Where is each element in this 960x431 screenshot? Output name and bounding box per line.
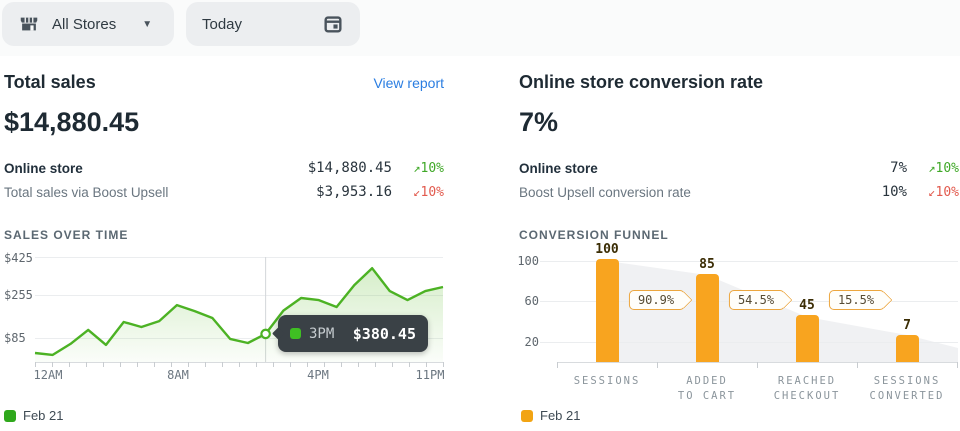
axis-tick xyxy=(857,362,858,368)
axis-tick xyxy=(957,362,958,368)
y-axis-tick: 60 xyxy=(511,294,539,308)
category-label: REACHEDCHECKOUT xyxy=(774,374,841,404)
row-value: $3,953.16 xyxy=(272,184,392,200)
y-axis-tick: 100 xyxy=(511,254,539,268)
axis-tick xyxy=(557,362,558,368)
row-value: 7% xyxy=(807,160,907,176)
trend-down-icon: ↙ xyxy=(928,185,935,199)
row-value: $14,880.45 xyxy=(272,160,392,176)
delta-value: 10% xyxy=(936,161,959,176)
y-axis-tick: 20 xyxy=(511,335,539,349)
sales-row-boost-upsell: Total sales via Boost Upsell $3,953.16 ↙… xyxy=(4,180,444,204)
trend-down-icon: ↙ xyxy=(413,185,420,199)
sales-breakdown: Online store $14,880.45 ↗10% Total sales… xyxy=(4,156,444,204)
funnel-chart-legend: Feb 21 xyxy=(521,408,580,423)
funnel-bar xyxy=(696,274,719,362)
legend-swatch xyxy=(521,410,533,422)
conversion-rate-value: 7% xyxy=(519,107,959,138)
series-color-swatch xyxy=(290,328,301,339)
chevron-down-icon: ▼ xyxy=(142,19,152,30)
axis-tick xyxy=(757,362,758,368)
trend-down-badge: ↙10% xyxy=(392,185,444,200)
tooltip-value: $380.45 xyxy=(342,325,416,343)
conversion-rate-badge: 15.5% xyxy=(829,290,885,310)
row-label: Online store xyxy=(519,161,807,176)
funnel-bar xyxy=(896,335,919,362)
row-label: Total sales via Boost Upsell xyxy=(4,185,272,200)
legend-swatch xyxy=(4,410,16,422)
bar-value-label: 100 xyxy=(595,242,618,257)
conversion-breakdown: Online store 7% ↗10% Boost Upsell conver… xyxy=(519,156,959,204)
sales-row-online-store: Online store $14,880.45 ↗10% xyxy=(4,156,444,180)
tooltip-time: 3PM xyxy=(309,326,334,342)
row-label: Online store xyxy=(4,161,272,176)
conversion-rate-badge: 54.5% xyxy=(729,290,785,310)
total-sales-amount: $14,880.45 xyxy=(4,107,444,138)
store-selector-button[interactable]: All Stores ▼ xyxy=(2,2,174,46)
sales-chart-legend: Feb 21 xyxy=(4,408,63,423)
trend-up-icon: ↗ xyxy=(928,161,935,175)
calendar-icon xyxy=(322,13,344,35)
x-axis-tick: 4PM xyxy=(307,368,329,382)
view-report-link[interactable]: View report xyxy=(373,75,444,91)
category-label: SESSIONS xyxy=(574,374,641,389)
date-selector-label: Today xyxy=(202,16,242,33)
legend-label: Feb 21 xyxy=(540,408,580,423)
x-axis-tick: 11PM xyxy=(416,368,445,382)
storefront-icon xyxy=(18,13,40,35)
total-sales-panel: Total sales View report $14,880.45 Onlin… xyxy=(4,72,444,242)
delta-value: 10% xyxy=(421,161,444,176)
store-selector-label: All Stores xyxy=(52,16,116,33)
conversion-rate-badge: 90.9% xyxy=(629,290,685,310)
hover-point-marker xyxy=(261,330,269,338)
sales-over-time-chart: $425 $255 $85 12AM 8AM 4PM 11PM 3PM $380… xyxy=(0,240,460,410)
conversion-funnel-chart: 100 60 20 100 SESSIONS 85 ADDEDTO CART 45 REACHE… xyxy=(505,240,960,410)
conversion-row-online-store: Online store 7% ↗10% xyxy=(519,156,959,180)
category-label: ADDEDTO CART xyxy=(678,374,736,404)
axis-tick xyxy=(657,362,658,368)
trend-up-badge: ↗10% xyxy=(392,161,444,176)
bar-value-label: 45 xyxy=(799,298,815,313)
bar-value-label: 7 xyxy=(903,318,911,333)
date-selector-button[interactable]: Today xyxy=(186,2,360,46)
x-axis-ticks xyxy=(35,362,444,367)
legend-label: Feb 21 xyxy=(23,408,63,423)
bar-value-label: 85 xyxy=(699,257,715,272)
row-label: Boost Upsell conversion rate xyxy=(519,185,807,200)
delta-value: 10% xyxy=(421,185,444,200)
x-axis-tick: 8AM xyxy=(167,368,189,382)
category-label: SESSIONSCONVERTED xyxy=(870,374,945,404)
x-axis-tick: 12AM xyxy=(34,368,63,382)
funnel-bar xyxy=(596,259,619,363)
trend-down-badge: ↙10% xyxy=(907,185,959,200)
trend-up-badge: ↗10% xyxy=(907,161,959,176)
total-sales-title: Total sales xyxy=(4,72,96,93)
top-filter-bar: All Stores ▼ Today xyxy=(0,0,960,56)
trend-up-icon: ↗ xyxy=(413,161,420,175)
conversion-rate-title: Online store conversion rate xyxy=(519,72,763,93)
conversion-row-boost-upsell: Boost Upsell conversion rate 10% ↙10% xyxy=(519,180,959,204)
delta-value: 10% xyxy=(936,185,959,200)
conversion-rate-panel: Online store conversion rate 7% Online s… xyxy=(519,72,959,242)
funnel-bar xyxy=(796,315,819,362)
chart-tooltip: 3PM $380.45 xyxy=(278,315,428,352)
row-value: 10% xyxy=(807,184,907,200)
